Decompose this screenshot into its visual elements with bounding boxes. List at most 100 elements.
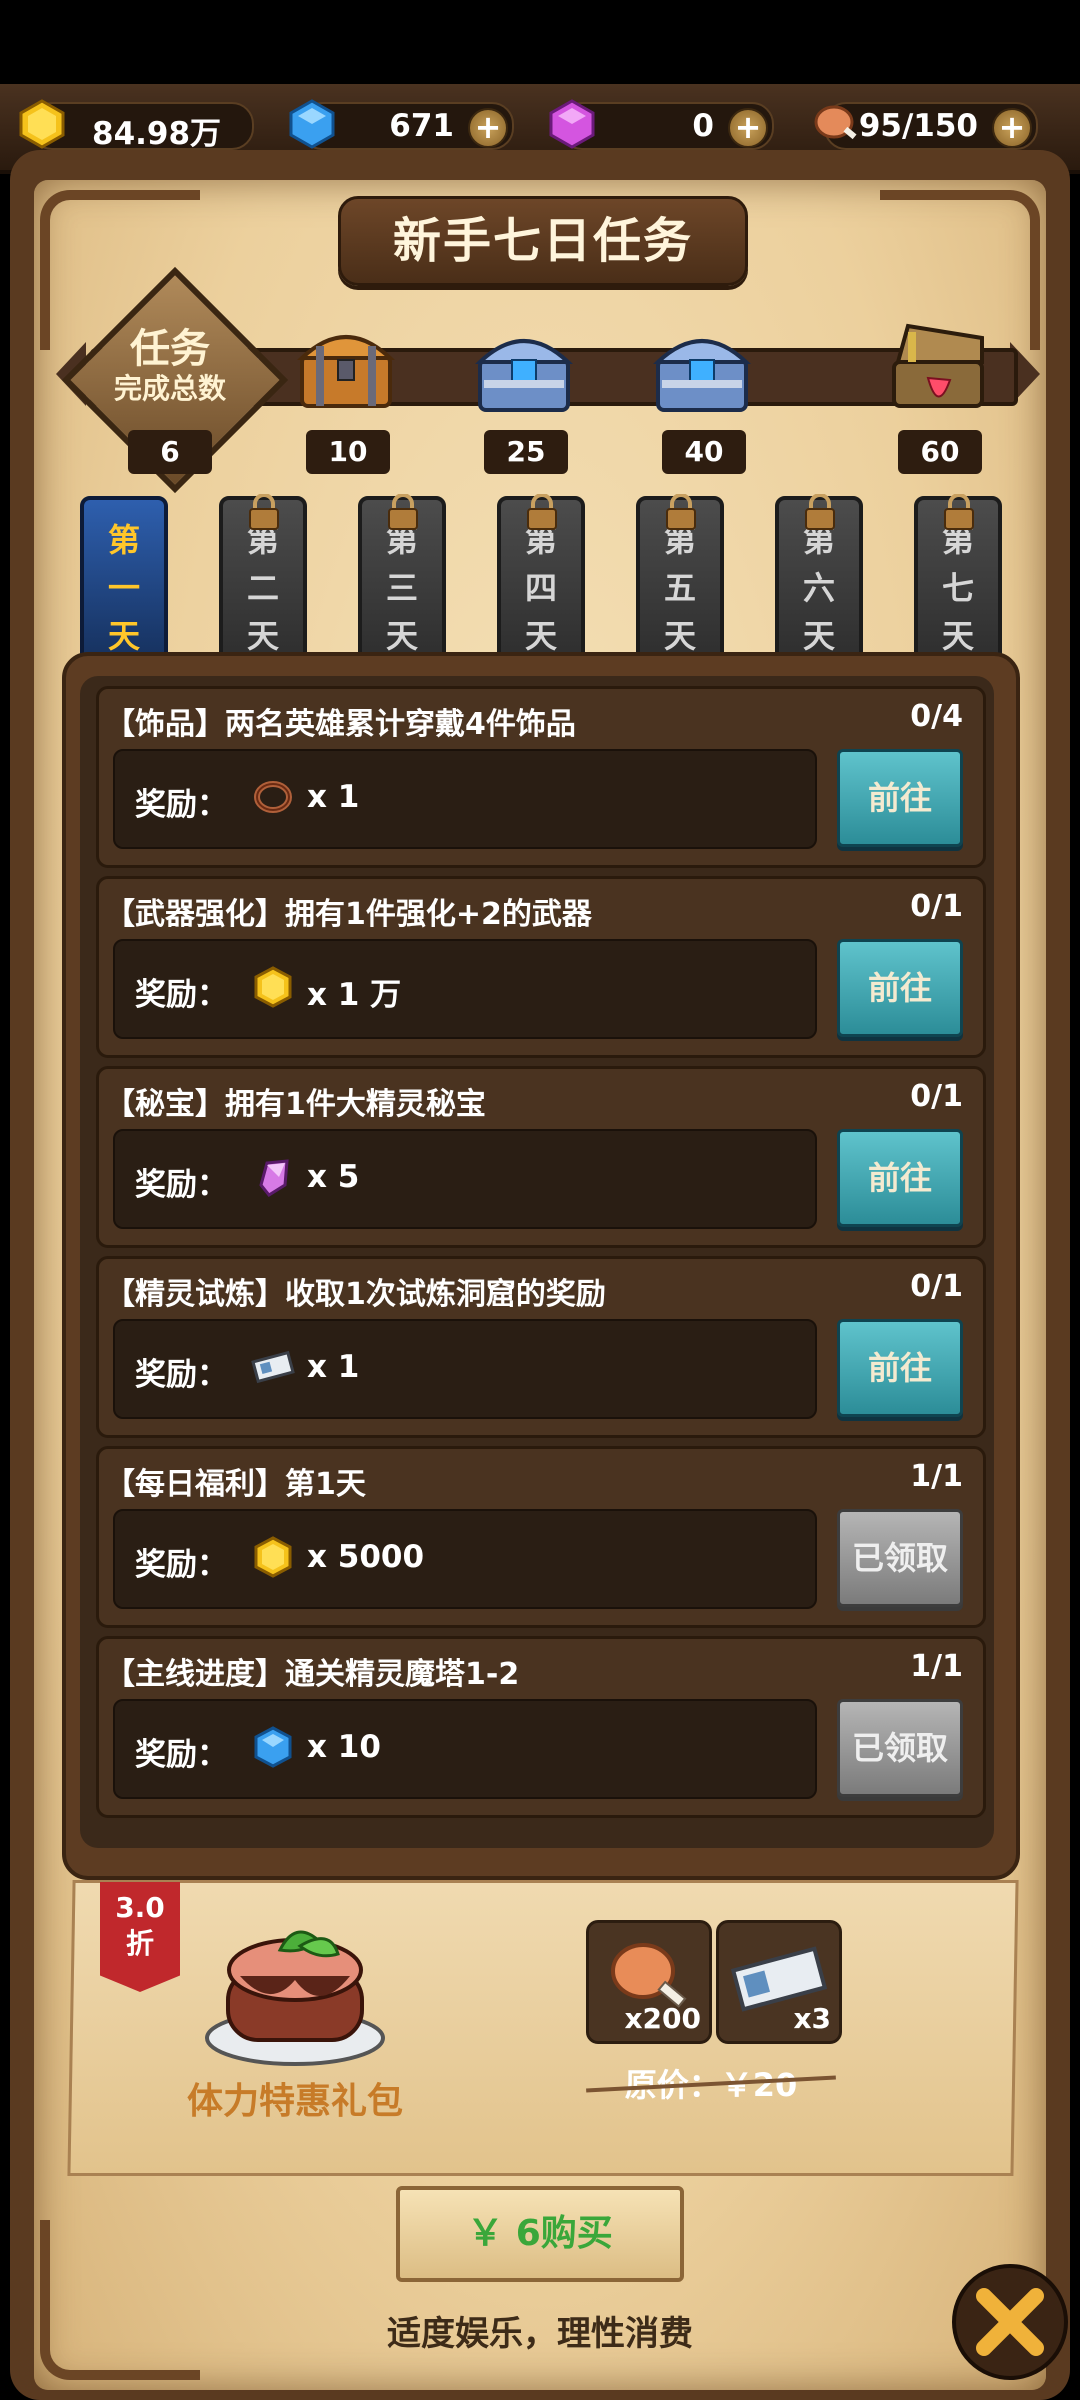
stamina-value: 95/150 (858, 108, 978, 144)
claimed-button[interactable]: 已领取 (837, 1699, 963, 1797)
lock-icon (527, 494, 557, 530)
corner-ornament (40, 2220, 200, 2380)
gold-icon (19, 99, 65, 149)
tab-day-1[interactable]: 第一天 (80, 496, 168, 664)
go-button[interactable]: 前往 (837, 749, 963, 847)
reward-amount: x 5 (307, 1159, 360, 1195)
task-row: 【主线进度】通关精灵魔塔1-2 1/1 奖励： x 10 已领取 (96, 1636, 986, 1818)
task-name: 【每日福利】第1天 (105, 1467, 366, 1502)
gift-name: 体力特惠礼包 (186, 2081, 403, 2122)
go-button[interactable]: 前往 (837, 939, 963, 1037)
task-progress: 0/4 (910, 699, 963, 734)
task-name: 【精灵试炼】收取1次试炼洞窟的奖励 (105, 1277, 606, 1312)
gold-icon (254, 966, 292, 1008)
task-progress: 1/1 (910, 1649, 963, 1684)
meat-icon (814, 105, 857, 140)
claimed-button[interactable]: 已领取 (837, 1509, 963, 1607)
stamina-counter: 95/150 + (814, 102, 1038, 150)
lock-icon (249, 494, 279, 530)
tab-day-2[interactable]: 第二天 (219, 494, 307, 664)
lock-icon (805, 494, 835, 530)
task-row: 【武器强化】拥有1件强化+2的武器 0/1 奖励： x 1 万 前往 (96, 876, 986, 1058)
reward-amount: x 1 (307, 1349, 360, 1385)
diamond-counter: 671 + (289, 99, 514, 150)
chest-silver-icon[interactable] (652, 320, 752, 416)
add-crystal-button[interactable]: + (728, 108, 768, 148)
task-progress: 1/1 (910, 1459, 963, 1494)
tab-label: 第二天 (246, 521, 279, 655)
gift-item-slot[interactable]: x3 (716, 1920, 842, 2044)
discount-value: 3.0 (115, 1891, 165, 1924)
milestone-value: 10 (306, 430, 390, 474)
reward-box: 奖励： x 5000 (113, 1509, 817, 1609)
task-progress: 0/1 (910, 1079, 963, 1114)
chest-mimic-icon[interactable] (888, 318, 988, 414)
task-label-line1: 任务 (130, 326, 210, 372)
diamond-icon (254, 1726, 292, 1768)
crystal-value: 0 (692, 108, 714, 144)
tab-label: 第三天 (385, 521, 418, 655)
crystal-counter: 0 + (549, 99, 774, 150)
reward-label: 奖励： (135, 1547, 228, 1583)
crystal-icon (259, 1159, 289, 1197)
task-row: 【饰品】两名英雄累计穿戴4件饰品 0/4 奖励： x 1 前往 (96, 686, 986, 868)
notice-text: 适度娱乐，理性消费 (387, 2314, 693, 2354)
buy-button[interactable]: ￥ 6购买 (396, 2186, 684, 2282)
status-bar (0, 0, 1080, 84)
chest-silver-icon[interactable] (474, 320, 574, 416)
reward-box: 奖励： x 1 万 (113, 939, 817, 1039)
gift-item-slot[interactable]: x200 (586, 1920, 712, 2044)
reward-box: 奖励： x 1 (113, 1319, 817, 1419)
reward-label: 奖励： (135, 1167, 228, 1203)
reward-amount: x 1 (307, 779, 360, 815)
reward-label: 奖励： (135, 977, 228, 1013)
title-plate: 新手七日任务 (338, 196, 748, 286)
tab-label: 第五天 (663, 521, 696, 655)
task-name: 【主线进度】通关精灵魔塔1-2 (105, 1657, 520, 1692)
tab-day-6[interactable]: 第六天 (775, 494, 863, 664)
task-row: 【秘宝】拥有1件大精灵秘宝 0/1 奖励： x 5 前往 (96, 1066, 986, 1248)
meat-platter-icon (205, 1930, 385, 2066)
close-icon[interactable] (950, 2262, 1070, 2382)
tab-label: 第一天 (107, 521, 140, 655)
crystal-icon (549, 99, 595, 149)
diamond-icon (289, 99, 335, 149)
add-diamond-button[interactable]: + (468, 108, 508, 148)
tab-day-5[interactable]: 第五天 (636, 494, 724, 664)
item-quantity: x3 (793, 2002, 831, 2035)
go-button[interactable]: 前往 (837, 1319, 963, 1417)
chest-bronze-icon[interactable] (296, 316, 396, 412)
task-name: 【秘宝】拥有1件大精灵秘宝 (105, 1087, 486, 1122)
reward-label: 奖励： (135, 1737, 228, 1773)
milestone-value: 25 (484, 430, 568, 474)
ring-icon (254, 781, 292, 813)
tab-label: 第六天 (802, 521, 835, 655)
original-price: 原价：￥20 (586, 2060, 836, 2106)
current-task-count: 6 (128, 430, 212, 474)
tab-day-3[interactable]: 第三天 (358, 494, 446, 664)
reward-amount: x 5000 (307, 1539, 425, 1575)
reward-label: 奖励： (135, 1357, 228, 1393)
milestone-value: 60 (898, 430, 982, 474)
discount-badge: 3.0 折 (100, 1882, 180, 1992)
diamond-value: 671 (389, 108, 454, 144)
go-button[interactable]: 前往 (837, 1129, 963, 1227)
discount-unit: 折 (125, 1927, 154, 1960)
milestone-value: 40 (662, 430, 746, 474)
reward-amount: x 1 万 (307, 977, 402, 1013)
task-name: 【武器强化】拥有1件强化+2的武器 (105, 897, 592, 932)
lock-icon (388, 494, 418, 530)
lock-icon (666, 494, 696, 530)
page-title: 新手七日任务 (392, 213, 693, 269)
reward-amount: x 10 (307, 1729, 381, 1765)
gold-counter: 84.98万 (19, 99, 254, 152)
ticket-icon (251, 1350, 295, 1384)
tab-label: 第七天 (941, 521, 974, 655)
task-label-line2: 完成总数 (113, 372, 226, 405)
task-name: 【饰品】两名英雄累计穿戴4件饰品 (105, 707, 576, 742)
tab-day-4[interactable]: 第四天 (497, 494, 585, 664)
gold-icon (254, 1536, 292, 1578)
tab-day-7[interactable]: 第七天 (914, 494, 1002, 664)
task-row: 【每日福利】第1天 1/1 奖励： x 5000 已领取 (96, 1446, 986, 1628)
add-stamina-button[interactable]: + (992, 108, 1032, 148)
